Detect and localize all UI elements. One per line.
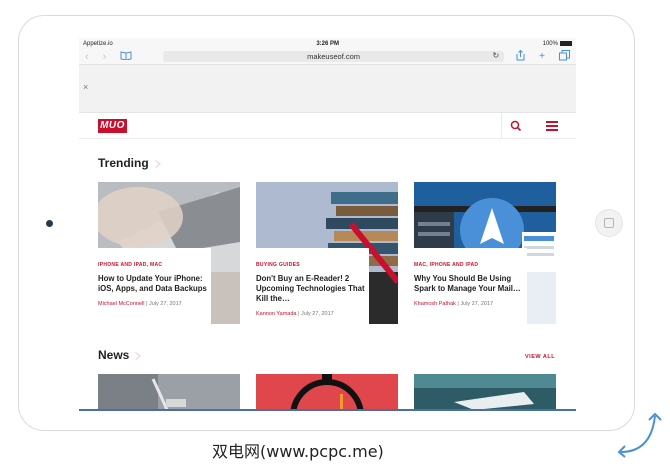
article-category[interactable]: IPHONE AND IPAD, MAC <box>98 262 211 268</box>
ad-banner: × <box>79 65 576 113</box>
article-panel: MAC, IPHONE AND IPAD Why You Should Be U… <box>414 248 527 324</box>
device-screen: Appetize.io 3:26 PM 100% ‹ › makeuseof.c… <box>79 38 576 411</box>
article-author[interactable]: Khamosh Pathak <box>414 301 456 307</box>
close-banner-icon[interactable]: × <box>83 82 88 92</box>
heading-mark-icon <box>131 352 141 360</box>
article-category[interactable]: MAC, IPHONE AND IPAD <box>414 262 527 268</box>
battery-icon <box>559 41 572 46</box>
status-bar: Appetize.io 3:26 PM 100% <box>79 38 576 49</box>
news-card[interactable] <box>98 374 240 409</box>
back-icon[interactable]: ‹ <box>85 51 89 63</box>
article-date: July 27, 2017 <box>300 311 334 317</box>
trending-cards: IPHONE AND IPAD, MAC How to Update Your … <box>98 182 556 324</box>
article-author[interactable]: Michael McConnell <box>98 301 144 307</box>
search-icon[interactable] <box>510 119 522 132</box>
reload-icon[interactable]: ↻ <box>492 51 499 60</box>
news-card[interactable] <box>256 374 398 409</box>
url-text: makeuseof.com <box>307 52 361 61</box>
article-title[interactable]: Why You Should Be Using Spark to Manage … <box>414 274 526 294</box>
hamburger-menu-icon[interactable] <box>546 121 558 131</box>
carrier-label: Appetize.io <box>83 40 113 47</box>
article-meta: Michael McConnell | July 27, 2017 <box>98 301 211 307</box>
tabs-icon[interactable] <box>559 49 570 64</box>
forward-icon[interactable]: › <box>103 51 107 63</box>
article-meta: Kannon Yamada | July 27, 2017 <box>256 311 369 317</box>
news-card[interactable] <box>414 374 556 409</box>
news-cards <box>98 374 556 409</box>
article-title[interactable]: How to Update Your iPhone: iOS, Apps, an… <box>98 274 210 294</box>
battery-indicator: 100% <box>543 41 572 47</box>
header-divider <box>501 113 502 139</box>
view-all-link[interactable]: VIEW ALL <box>525 354 555 360</box>
home-button[interactable] <box>595 209 623 237</box>
bookmarks-icon[interactable] <box>120 50 132 63</box>
article-panel: BUYING GUIDES Don't Buy an E-Reader! 2 U… <box>256 248 369 324</box>
home-button-icon <box>604 218 614 228</box>
new-tab-icon[interactable]: + <box>539 51 545 62</box>
article-card[interactable]: IPHONE AND IPAD, MAC How to Update Your … <box>98 182 240 324</box>
article-title[interactable]: Don't Buy an E-Reader! 2 Upcoming Techno… <box>256 274 368 304</box>
article-meta: Khamosh Pathak | July 27, 2017 <box>414 301 527 307</box>
article-date: July 27, 2017 <box>460 301 494 307</box>
article-card[interactable]: BUYING GUIDES Don't Buy an E-Reader! 2 U… <box>256 182 398 324</box>
article-category[interactable]: BUYING GUIDES <box>256 262 369 268</box>
rotate-icon <box>615 408 663 463</box>
watermark-text: 双电网(www.pcpc.me) <box>212 442 384 461</box>
front-camera <box>46 220 53 227</box>
battery-percent: 100% <box>542 40 558 47</box>
trending-title: Trending <box>98 156 149 170</box>
address-bar[interactable]: makeuseof.com ↻ <box>163 51 505 62</box>
clock: 3:26 PM <box>316 40 339 47</box>
trending-heading: Trending <box>98 156 161 170</box>
article-card[interactable]: MAC, IPHONE AND IPAD Why You Should Be U… <box>414 182 556 324</box>
article-panel: IPHONE AND IPAD, MAC How to Update Your … <box>98 248 211 324</box>
news-title: News <box>98 348 130 362</box>
article-date: July 27, 2017 <box>148 301 182 307</box>
site-logo[interactable]: MUO <box>98 119 127 133</box>
site-header: MUO <box>79 113 576 139</box>
heading-mark-icon <box>151 160 161 168</box>
article-author[interactable]: Kannon Yamada <box>256 311 296 317</box>
share-icon[interactable] <box>516 49 525 64</box>
browser-toolbar: ‹ › makeuseof.com ↻ + <box>79 49 576 65</box>
news-heading: News <box>98 348 141 362</box>
